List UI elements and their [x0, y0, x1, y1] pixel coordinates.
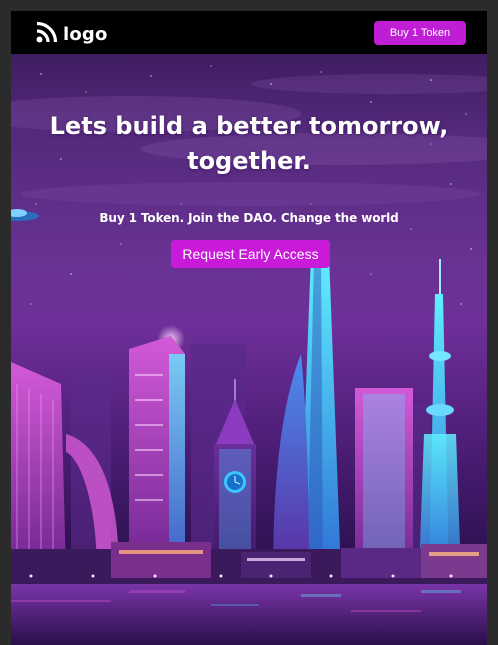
rss-feed-icon — [35, 20, 59, 49]
page-frame: logo Buy 1 Token Lets build a better tom… — [11, 11, 487, 645]
hero-subheadline: Buy 1 Token. Join the DAO. Change the wo… — [99, 211, 399, 225]
logo-text: logo — [63, 24, 108, 45]
brand-logo[interactable]: logo — [35, 20, 108, 49]
buy-token-button[interactable]: Buy 1 Token — [374, 21, 466, 45]
hero-headline: Lets build a better tomorrow, together. — [11, 109, 487, 179]
request-early-access-button[interactable]: Request Early Access — [171, 240, 330, 268]
headline-line-1: Lets build a better tomorrow, — [49, 112, 449, 140]
navbar: logo Buy 1 Token — [11, 11, 487, 54]
hero-section: Lets build a better tomorrow, together. … — [11, 54, 487, 645]
headline-line-2: together. — [187, 147, 311, 175]
